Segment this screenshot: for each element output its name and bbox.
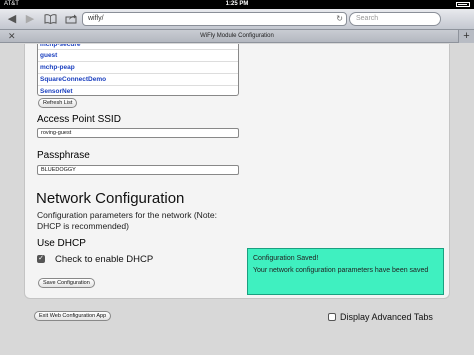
exit-app-button[interactable]: Exit Web Configuration App — [34, 311, 112, 321]
notice-message: Your network configuration parameters ha… — [253, 267, 429, 274]
refresh-list-button[interactable]: Refresh List — [38, 98, 78, 108]
new-tab-icon[interactable]: + — [458, 30, 474, 43]
share-icon[interactable] — [64, 12, 78, 26]
reload-icon[interactable]: ↻ — [336, 13, 343, 25]
search-input[interactable]: Search — [349, 12, 441, 26]
bookmarks-icon[interactable] — [43, 12, 57, 26]
dhcp-label: Use DHCP — [37, 238, 86, 249]
address-text: wifly/ — [88, 15, 104, 22]
ssid-item[interactable]: guest — [38, 50, 238, 62]
network-description: Configuration parameters for the network… — [37, 210, 218, 231]
browser-toolbar: ◀ ▶ wifly/ ↻ Search — [0, 9, 474, 30]
network-heading: Network Configuration — [36, 190, 185, 207]
back-icon[interactable]: ◀ — [6, 12, 18, 26]
notice-title: Configuration Saved! — [253, 255, 319, 262]
ssid-item[interactable]: SensorNet — [38, 86, 238, 95]
advanced-tabs-checkbox[interactable] — [328, 313, 336, 321]
status-bar: AT&T 1:25 PM — [0, 0, 474, 9]
passphrase-input[interactable]: BLUEDOGGY — [37, 165, 239, 175]
status-time: 1:25 PM — [225, 1, 249, 7]
address-bar[interactable]: wifly/ ↻ — [82, 12, 347, 26]
passphrase-label: Passphrase — [37, 150, 90, 161]
save-notice: Configuration Saved! Your network config… — [247, 248, 444, 295]
page-content: mchp-secure guest mchp-peap SquareConnec… — [0, 44, 474, 355]
forward-icon[interactable]: ▶ — [24, 12, 36, 26]
dhcp-checkbox-label: Check to enable DHCP — [55, 254, 154, 265]
access-point-label: Access Point SSID — [37, 114, 121, 125]
tab-bar: ✕ WiFly Module Configuration + — [0, 30, 474, 43]
save-configuration-button[interactable]: Save Configuration — [38, 278, 95, 288]
ssid-item[interactable]: SquareConnectDemo — [38, 74, 238, 86]
tab-title[interactable]: WiFly Module Configuration — [0, 30, 474, 43]
ssid-list[interactable]: mchp-secure guest mchp-peap SquareConnec… — [37, 44, 239, 96]
dhcp-checkbox[interactable]: ✓ — [37, 255, 45, 263]
access-point-input[interactable]: roving-guest — [37, 128, 239, 138]
config-panel: mchp-secure guest mchp-peap SquareConnec… — [24, 44, 450, 299]
advanced-tabs-label: Display Advanced Tabs — [340, 312, 433, 322]
ssid-item[interactable]: mchp-peap — [38, 62, 238, 74]
battery-icon — [456, 2, 470, 7]
